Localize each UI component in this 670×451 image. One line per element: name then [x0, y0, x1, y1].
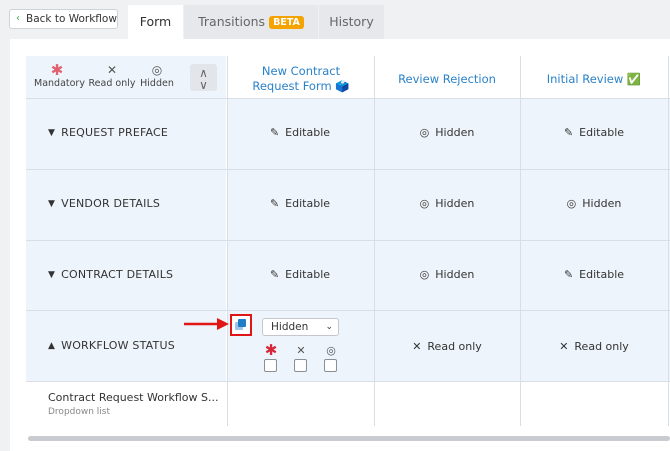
eye-off-icon: ◎ — [419, 126, 430, 139]
permission-cell[interactable]: ◎ Hidden — [420, 126, 475, 139]
section-vendor-details[interactable]: ▼ VENDOR DETAILS — [48, 197, 160, 210]
tab-form[interactable]: Form — [128, 5, 183, 39]
grid-divider — [227, 56, 228, 426]
chevron-down-icon: ▼ — [48, 198, 56, 209]
pencil-icon: ✎ — [269, 268, 280, 281]
hidden-checkbox[interactable] — [324, 359, 337, 372]
chevron-left-icon: ‹ — [16, 13, 20, 24]
beta-badge: BETA — [269, 16, 304, 29]
tab-history[interactable]: History — [319, 5, 384, 39]
copy-icon — [238, 319, 246, 327]
permission-cell[interactable]: ✎ Editable — [270, 197, 330, 210]
eye-off-icon: ◎ — [326, 344, 336, 357]
horizontal-scrollbar[interactable] — [28, 436, 670, 441]
grid-divider — [668, 56, 669, 426]
eye-off-icon: ◎ — [566, 197, 577, 210]
chevron-up-icon: ▲ — [48, 340, 56, 351]
grid-divider — [520, 56, 521, 426]
back-label: Back to Workflow — [26, 13, 117, 25]
left-column-bg — [26, 56, 226, 381]
tab-transitions[interactable]: Transitions BETA — [184, 5, 318, 39]
column-header-new-contract-request-form[interactable]: New Contract Request Form 🗳️ — [238, 60, 364, 98]
collapse-all-button[interactable]: ∧ ∨ — [190, 64, 217, 91]
section-request-preface[interactable]: ▼ REQUEST PREFACE — [48, 126, 168, 139]
field-type: Dropdown list — [48, 407, 111, 417]
pencil-off-icon: ✕ — [106, 63, 118, 77]
permission-cell[interactable]: ✎ Editable — [270, 126, 330, 139]
asterisk-icon: ✱ — [264, 341, 278, 359]
pencil-off-icon: ✕ — [412, 340, 422, 353]
legend-hidden: ◎ Hidden — [140, 63, 174, 89]
section-workflow-status[interactable]: ▲ WORKFLOW STATUS — [48, 339, 175, 352]
mandatory-checkbox[interactable] — [264, 359, 277, 372]
permission-cell[interactable]: ◎ Hidden — [420, 197, 475, 210]
field-name: Contract Request Workflow S... — [48, 391, 219, 404]
pencil-icon: ✎ — [563, 126, 574, 139]
permission-cell[interactable]: ✕ Read only — [559, 340, 629, 353]
permission-cell[interactable]: ✎ Editable — [564, 126, 624, 139]
pencil-icon: ✎ — [563, 268, 574, 281]
collapse-icon: ∧ ∨ — [199, 66, 208, 92]
column-header-review-rejection[interactable]: Review Rejection — [380, 60, 514, 98]
row-divider — [26, 169, 670, 170]
row-divider — [26, 381, 670, 382]
row-divider — [26, 310, 670, 311]
pencil-off-icon: ✕ — [559, 340, 569, 353]
permission-select[interactable]: Hidden ⌄ — [262, 318, 339, 336]
pencil-off-icon: ✕ — [296, 344, 306, 357]
eye-off-icon: ◎ — [419, 268, 430, 281]
asterisk-icon: ✱ — [50, 61, 64, 79]
row-divider — [26, 240, 670, 241]
permission-cell[interactable]: ◎ Hidden — [420, 268, 475, 281]
legend-mandatory: ✱ Mandatory — [34, 61, 85, 89]
pencil-icon: ✎ — [269, 126, 280, 139]
permission-cell[interactable]: ◎ Hidden — [567, 197, 622, 210]
row-divider — [26, 98, 670, 99]
column-header-initial-review[interactable]: Initial Review ✅ — [526, 60, 662, 98]
chevron-down-icon: ▼ — [48, 127, 56, 138]
eye-off-icon: ◎ — [419, 197, 430, 210]
eye-off-icon: ◎ — [151, 63, 163, 77]
chevron-down-icon: ⌄ — [325, 322, 333, 332]
permission-cell[interactable]: ✎ Editable — [270, 268, 330, 281]
section-contract-details[interactable]: ▼ CONTRACT DETAILS — [48, 268, 173, 281]
back-to-workflow-button[interactable]: ‹ Back to Workflow — [9, 9, 118, 29]
pencil-icon: ✎ — [269, 197, 280, 210]
legend-read-only: ✕ Read only — [88, 63, 136, 89]
permission-cell[interactable]: ✕ Read only — [412, 340, 482, 353]
annotation-arrow — [184, 318, 229, 330]
chevron-down-icon: ▼ — [48, 269, 56, 280]
permission-cell[interactable]: ✎ Editable — [564, 268, 624, 281]
read-only-checkbox[interactable] — [294, 359, 307, 372]
grid-divider — [374, 56, 375, 426]
copy-permissions-button[interactable] — [230, 314, 252, 336]
